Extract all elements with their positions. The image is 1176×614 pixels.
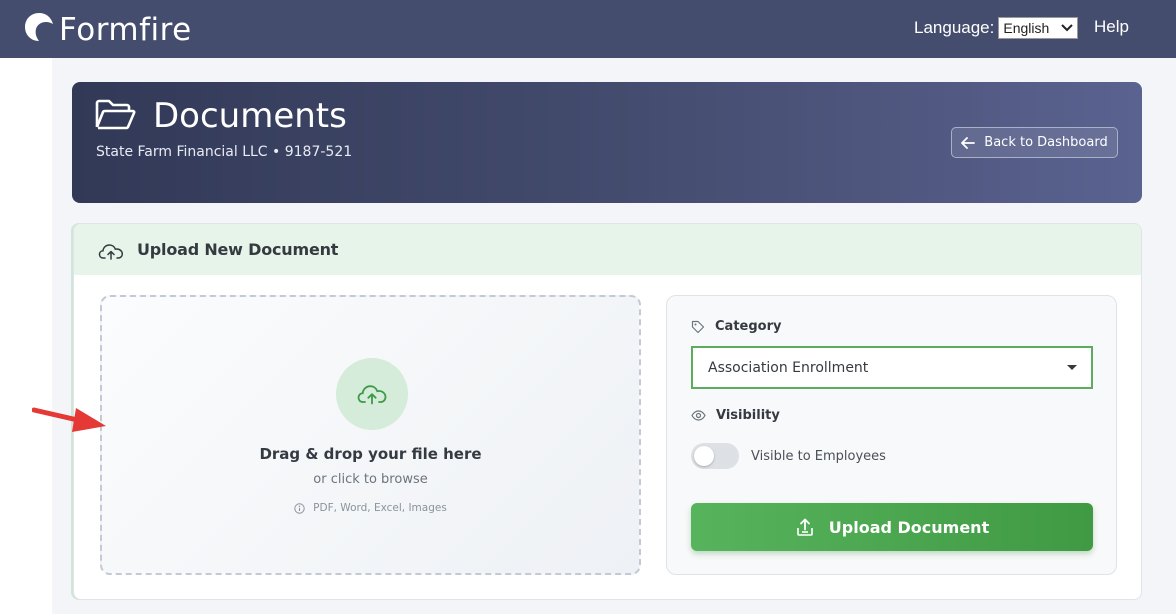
file-dropzone[interactable]: Drag & drop your file here or click to b…	[100, 295, 641, 575]
toggle-knob	[694, 446, 714, 466]
language-selector: Language: English	[914, 17, 1079, 39]
upload-options-panel: Category Association Enrollment Visibili…	[666, 295, 1117, 575]
upload-document-button[interactable]: Upload Document	[691, 503, 1093, 551]
dropzone-icon-circle	[336, 358, 408, 430]
caret-down-icon	[1067, 365, 1077, 370]
back-to-dashboard-label: Back to Dashboard	[984, 135, 1108, 150]
app-logo[interactable]: Formfire	[22, 10, 192, 49]
visibility-toggle-label[interactable]: Visible to Employees	[751, 449, 886, 464]
chevron-down-icon	[1061, 24, 1074, 32]
left-gutter	[0, 58, 52, 614]
red-arrow-icon	[31, 404, 108, 441]
folder-open-icon	[94, 98, 136, 137]
visibility-label: Visibility	[691, 408, 780, 423]
arrow-left-icon	[961, 136, 976, 149]
formfire-logo-icon	[22, 10, 56, 49]
upload-card-title: Upload New Document	[137, 240, 339, 259]
dropzone-file-types-text: PDF, Word, Excel, Images	[313, 502, 447, 514]
info-icon	[294, 502, 305, 514]
tag-icon	[691, 320, 705, 333]
language-selected: English	[1003, 20, 1050, 36]
eye-icon	[691, 410, 706, 421]
cloud-upload-icon	[357, 385, 387, 405]
dropzone-file-types: PDF, Word, Excel, Images	[102, 502, 639, 514]
upload-document-label: Upload Document	[828, 517, 990, 537]
category-label-text: Category	[715, 319, 782, 334]
company-subtitle: State Farm Financial LLC • 9187-521	[96, 144, 353, 160]
dropzone-title: Drag & drop your file here	[259, 445, 482, 463]
page-title: Documents	[153, 96, 347, 136]
back-to-dashboard-button[interactable]: Back to Dashboard	[951, 127, 1118, 158]
help-link[interactable]: Help	[1094, 17, 1129, 37]
category-label: Category	[691, 319, 781, 334]
category-select[interactable]: Association Enrollment	[691, 346, 1093, 389]
cloud-upload-icon	[98, 241, 124, 266]
upload-card: Upload New Document Drag & drop your fil…	[73, 223, 1142, 600]
app-name: Formfire	[59, 11, 192, 48]
file-upload-icon	[796, 518, 813, 536]
visibility-label-text: Visibility	[716, 408, 780, 423]
category-selected-value: Association Enrollment	[708, 359, 869, 376]
visibility-toggle[interactable]	[691, 443, 739, 469]
page-header: Documents State Farm Financial LLC • 918…	[72, 82, 1142, 203]
language-label: Language:	[914, 18, 995, 37]
language-dropdown[interactable]: English	[998, 17, 1079, 39]
dropzone-browse-hint: or click to browse	[313, 472, 428, 487]
top-navbar: Formfire Language: English Help	[0, 0, 1176, 58]
upload-card-header: Upload New Document	[74, 224, 1141, 275]
